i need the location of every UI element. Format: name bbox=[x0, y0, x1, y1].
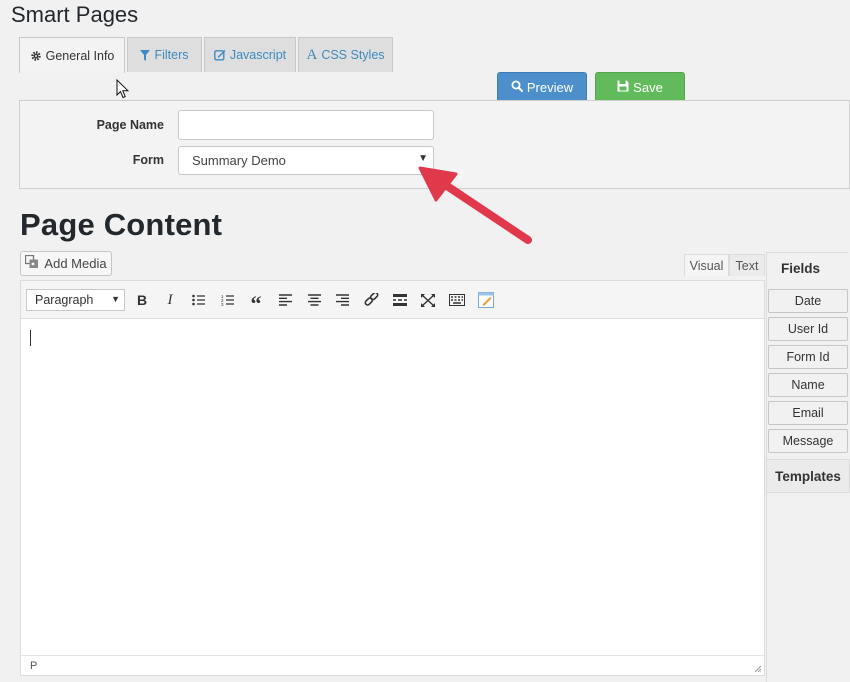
fullscreen-icon bbox=[421, 293, 435, 307]
page-name-label: Page Name bbox=[96, 118, 164, 132]
tab-label: CSS Styles bbox=[321, 48, 385, 62]
fullscreen-button[interactable] bbox=[417, 289, 439, 311]
mouse-pointer-icon bbox=[116, 79, 130, 99]
templates-heading[interactable]: Templates bbox=[766, 459, 850, 493]
text-cursor bbox=[30, 330, 31, 346]
field-button-name[interactable]: Name bbox=[768, 373, 848, 397]
page-name-input[interactable] bbox=[178, 110, 434, 140]
bold-icon: B bbox=[136, 292, 148, 308]
tab-css-styles[interactable]: A CSS Styles bbox=[298, 37, 393, 72]
tab-general-info[interactable]: General Info bbox=[19, 37, 125, 73]
tab-javascript[interactable]: Javascript bbox=[204, 37, 296, 72]
form-label: Form bbox=[132, 153, 164, 167]
format-select-value: Paragraph bbox=[35, 293, 94, 307]
form-select[interactable]: Summary Demo ▼ bbox=[178, 146, 434, 175]
quote-icon: “ bbox=[250, 291, 262, 316]
font-icon: A bbox=[306, 46, 318, 63]
insert-link-button[interactable] bbox=[360, 289, 382, 311]
filter-icon bbox=[140, 49, 151, 61]
floppy-disk-icon bbox=[617, 80, 629, 95]
preview-label: Preview bbox=[526, 79, 574, 95]
search-icon bbox=[511, 80, 523, 95]
tab-text[interactable]: Text bbox=[729, 254, 765, 276]
bold-button[interactable]: B bbox=[131, 289, 153, 311]
align-center-button[interactable] bbox=[303, 289, 325, 311]
svg-text:3: 3 bbox=[221, 302, 224, 306]
align-left-button[interactable] bbox=[274, 289, 296, 311]
tab-filters[interactable]: Filters bbox=[127, 37, 202, 72]
format-select[interactable]: Paragraph ▼ bbox=[26, 289, 125, 311]
toolbar-toggle-button[interactable] bbox=[446, 289, 468, 311]
align-center-icon bbox=[307, 294, 321, 306]
italic-icon: I bbox=[167, 291, 173, 308]
form-editor-icon bbox=[478, 292, 494, 308]
field-button-message[interactable]: Message bbox=[768, 429, 848, 453]
tab-label: Javascript bbox=[229, 48, 287, 62]
editor-toolbar: Paragraph ▼ B I 123 “ bbox=[21, 281, 764, 319]
align-left-icon bbox=[278, 294, 292, 306]
blockquote-button[interactable]: “ bbox=[245, 289, 267, 315]
field-button-email[interactable]: Email bbox=[768, 401, 848, 425]
edit-icon bbox=[213, 49, 226, 61]
add-media-button[interactable]: Add Media bbox=[20, 251, 112, 276]
page-title: Smart Pages bbox=[11, 2, 139, 27]
align-right-button[interactable] bbox=[331, 289, 353, 311]
read-more-button[interactable] bbox=[389, 289, 411, 311]
resize-handle-icon[interactable] bbox=[754, 665, 762, 673]
form-select-value: Summary Demo bbox=[192, 153, 286, 168]
media-icon bbox=[25, 254, 39, 272]
editor-statusbar: P bbox=[21, 655, 764, 675]
content-editor: Paragraph ▼ B I 123 “ P bbox=[20, 280, 765, 676]
editor-content-area[interactable] bbox=[21, 319, 764, 656]
annotation-arrow-icon bbox=[418, 166, 532, 244]
field-button-form-id[interactable]: Form Id bbox=[768, 345, 848, 369]
form-editor-button[interactable] bbox=[475, 289, 497, 311]
gear-icon bbox=[30, 50, 42, 62]
field-button-date[interactable]: Date bbox=[768, 289, 848, 313]
numbered-list-icon: 123 bbox=[221, 294, 234, 306]
keyboard-icon bbox=[449, 294, 465, 306]
numbered-list-button[interactable]: 123 bbox=[217, 289, 239, 311]
tab-label: General Info bbox=[45, 48, 115, 63]
element-path: P bbox=[30, 659, 38, 672]
add-media-label: Add Media bbox=[44, 256, 107, 271]
field-button-user-id[interactable]: User Id bbox=[768, 317, 848, 341]
fields-heading: Fields bbox=[766, 252, 848, 284]
chevron-down-icon: ▼ bbox=[111, 294, 120, 304]
link-icon bbox=[364, 292, 378, 306]
align-right-icon bbox=[335, 294, 349, 306]
bullet-list-button[interactable] bbox=[188, 289, 210, 311]
bullet-list-icon bbox=[192, 294, 205, 306]
tab-label: Filters bbox=[154, 48, 189, 62]
italic-button[interactable]: I bbox=[159, 289, 181, 311]
page-content-title: Page Content bbox=[20, 207, 223, 242]
save-label: Save bbox=[633, 79, 663, 95]
read-more-icon bbox=[393, 294, 407, 306]
preview-button[interactable]: Preview bbox=[497, 72, 587, 102]
tab-visual[interactable]: Visual bbox=[684, 254, 729, 276]
save-button[interactable]: Save bbox=[595, 72, 685, 102]
